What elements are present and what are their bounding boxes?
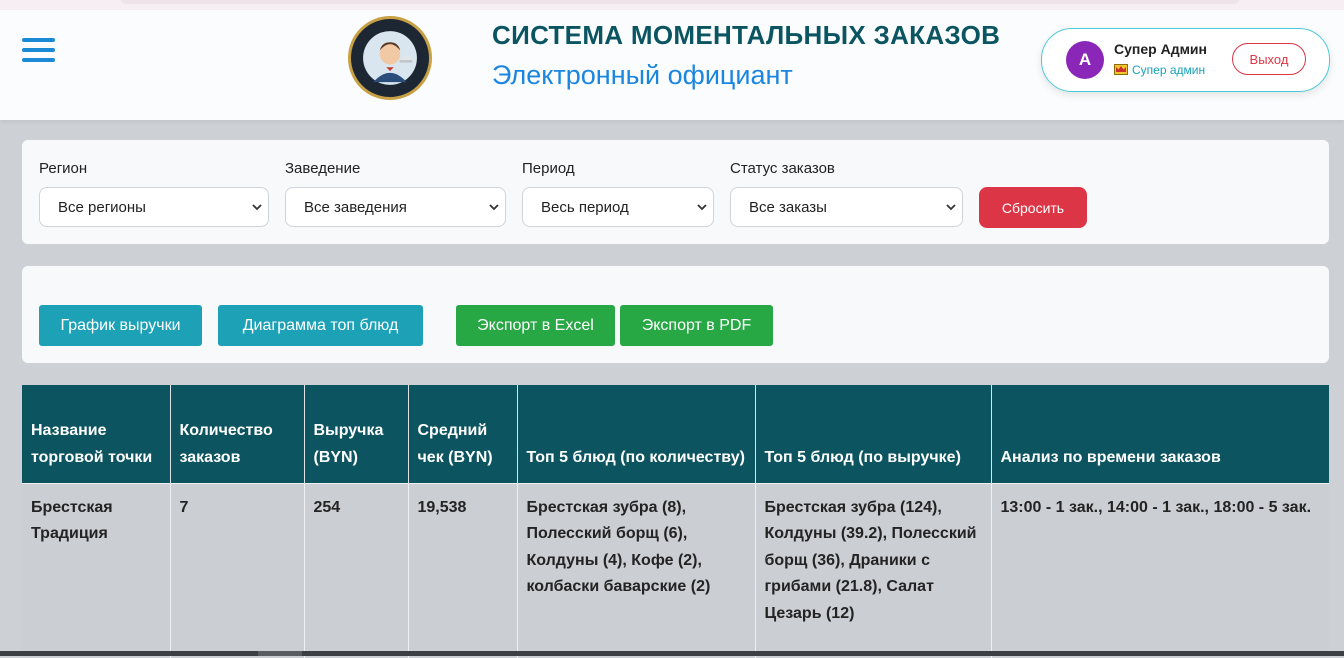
- top-strip-pill: [120, 0, 1240, 4]
- hamburger-line: [22, 48, 55, 52]
- revenue-chart-button[interactable]: График выручки: [39, 305, 202, 346]
- status-select[interactable]: Все заказы: [730, 187, 963, 227]
- column-header-top-revenue[interactable]: Топ 5 блюд (по выручке): [755, 385, 992, 483]
- column-header-revenue[interactable]: Выручка (BYN): [304, 385, 409, 483]
- crown-icon: [1114, 64, 1128, 75]
- column-header-orders[interactable]: Количество заказов: [170, 385, 305, 483]
- cell-top-revenue: Брестская зубра (124), Колдуны (39.2), П…: [755, 482, 992, 658]
- table-row: Брестская Традиция 7 254 19,538 Брестска…: [22, 482, 1329, 658]
- logout-button[interactable]: Выход: [1232, 43, 1306, 75]
- hamburger-line: [22, 38, 55, 42]
- cell-avg-check: 19,538: [408, 482, 518, 658]
- user-role-label: Супер админ: [1132, 63, 1206, 77]
- scrollbar-thumb[interactable]: [258, 651, 302, 656]
- venue-select[interactable]: Все заведения: [285, 187, 506, 227]
- column-header-venue[interactable]: Название торговой точки: [22, 385, 171, 483]
- report-table: Название торговой точки Количество заказ…: [22, 385, 1329, 658]
- top-strip: [0, 0, 1344, 10]
- period-select-value: Весь период: [541, 198, 629, 216]
- status-select-value: Все заказы: [749, 198, 827, 216]
- user-name: Супер Админ: [1114, 41, 1207, 57]
- logo: [348, 16, 432, 100]
- waiter-logo-icon: [352, 20, 428, 96]
- horizontal-scrollbar[interactable]: [0, 651, 1344, 656]
- period-select[interactable]: Весь период: [522, 187, 714, 227]
- chevron-down-icon: [252, 204, 262, 211]
- avatar[interactable]: A: [1066, 41, 1104, 79]
- cell-venue: Брестская Традиция: [22, 482, 171, 658]
- region-select-value: Все регионы: [58, 198, 146, 216]
- chevron-down-icon: [946, 204, 956, 211]
- column-header-time-analysis[interactable]: Анализ по времени заказов: [991, 385, 1329, 483]
- page-subtitle: Электронный официант: [492, 60, 793, 90]
- period-label: Период: [522, 160, 575, 177]
- cell-revenue: 254: [304, 482, 409, 658]
- chevron-down-icon: [697, 204, 707, 211]
- filters-panel: Регион Все регионы Заведение Все заведен…: [22, 140, 1329, 244]
- status-label: Статус заказов: [730, 160, 835, 177]
- user-card: A Супер Админ Супер админ Выход: [1041, 28, 1330, 92]
- column-header-avg-check[interactable]: Средний чек (BYN): [408, 385, 518, 483]
- hamburger-line: [22, 58, 55, 62]
- cell-orders: 7: [170, 482, 305, 658]
- page-title: СИСТЕМА МОМЕНТАЛЬНЫХ ЗАКАЗОВ: [492, 20, 1001, 50]
- venue-label: Заведение: [285, 160, 361, 177]
- export-excel-button[interactable]: Экспорт в Excel: [456, 305, 615, 346]
- app-header: СИСТЕМА МОМЕНТАЛЬНЫХ ЗАКАЗОВ Электронный…: [0, 10, 1344, 120]
- actions-panel: График выручки Диаграмма топ блюд Экспор…: [22, 266, 1329, 363]
- chevron-down-icon: [489, 204, 499, 211]
- top-dishes-chart-button[interactable]: Диаграмма топ блюд: [218, 305, 423, 346]
- region-label: Регион: [39, 160, 88, 177]
- table-header-row: Название торговой точки Количество заказ…: [22, 385, 1329, 483]
- region-select[interactable]: Все регионы: [39, 187, 269, 227]
- venue-select-value: Все заведения: [304, 198, 407, 216]
- cell-time-analysis: 13:00 - 1 зак., 14:00 - 1 зак., 18:00 - …: [991, 482, 1329, 658]
- column-header-top-qty[interactable]: Топ 5 блюд (по количеству): [517, 385, 756, 483]
- reset-button[interactable]: Сбросить: [979, 187, 1087, 228]
- cell-top-qty: Брестская зубра (8), Полесский борщ (6),…: [517, 482, 756, 658]
- user-role: Супер админ: [1114, 63, 1205, 77]
- hamburger-menu-icon[interactable]: [22, 38, 56, 64]
- export-pdf-button[interactable]: Экспорт в PDF: [620, 305, 773, 346]
